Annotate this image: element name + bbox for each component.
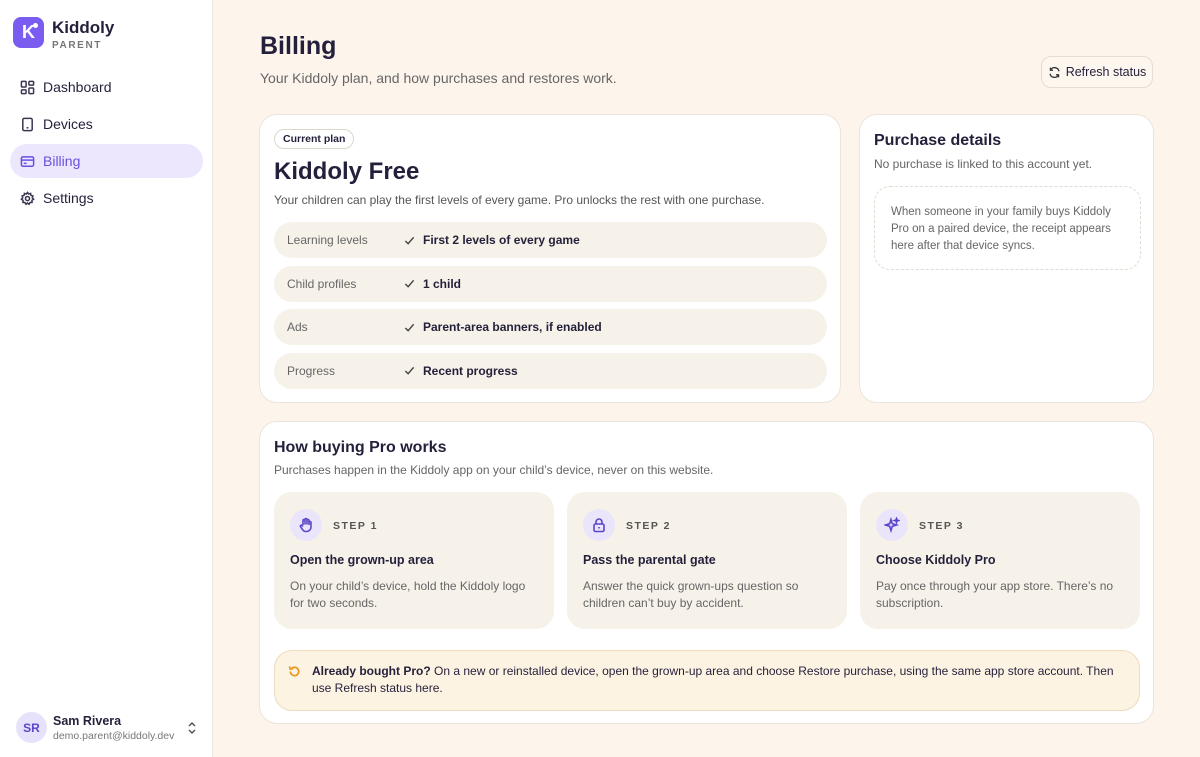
brand-logo: K [13, 17, 44, 48]
brand-name: Kiddoly [52, 18, 115, 37]
device-icon [22, 117, 33, 131]
purchase-details-subtitle: No purchase is linked to this account ye… [874, 157, 1093, 171]
steps: STEP 1 Open the grown-up area On your ch… [274, 492, 1153, 629]
purchase-details-card: Purchase details No purchase is linked t… [859, 114, 1154, 403]
how-subtitle: Purchases happen in the Kiddoly app on y… [274, 463, 714, 477]
step-number: STEP 1 [333, 520, 378, 532]
chevron-up-down-icon[interactable] [186, 721, 198, 735]
gear-icon [20, 190, 35, 205]
sidebar-item-billing[interactable]: Billing [10, 144, 203, 178]
page-title: Billing [260, 32, 337, 60]
logo-dot-icon [33, 23, 38, 28]
current-plan-chip: Current plan [274, 129, 355, 149]
notice-text: On a new or reinstalled device, open the… [312, 664, 1114, 695]
purchase-details-title: Purchase details [874, 132, 1002, 149]
restore-icon [288, 666, 300, 677]
step-title: Choose Kiddoly Pro [876, 553, 996, 567]
step-number: STEP 3 [919, 520, 964, 532]
hand-icon [299, 517, 312, 533]
user-menu[interactable]: SR Sam Rivera demo.parent@kiddoly.dev [16, 712, 198, 743]
purchase-empty-state: When someone in your family buys Kiddoly… [874, 186, 1141, 270]
credit-card-icon [20, 155, 35, 167]
feature-row: Child profiles 1 child [274, 265, 827, 302]
feature-row: Ads Parent-area banners, if enabled [274, 309, 827, 345]
feature-row: Progress Recent progress [274, 352, 827, 389]
avatar: SR [16, 712, 47, 743]
check-icon [404, 323, 415, 332]
sparkles-icon [884, 517, 900, 533]
page-subtitle: Your Kiddoly plan, and how purchases and… [260, 70, 617, 86]
feature-label: Learning levels [287, 233, 368, 247]
sidebar-item-label: Dashboard [43, 79, 112, 95]
brand-subtitle: PARENT [52, 40, 102, 51]
dashboard-icon [20, 80, 35, 94]
user-email: demo.parent@kiddoly.dev [53, 729, 175, 742]
current-plan-card: Current plan Kiddoly Free Your children … [259, 114, 841, 403]
plan-name: Kiddoly Free [274, 158, 420, 185]
lock-icon [593, 518, 605, 533]
feature-value: 1 child [423, 276, 462, 291]
step-card: STEP 3 Choose Kiddoly Pro Pay once throu… [860, 492, 1140, 629]
plan-description: Your children can play the first levels … [274, 193, 765, 207]
sidebar: K Kiddoly PARENT Dashboard Devices Billi… [0, 0, 213, 757]
check-icon [404, 279, 415, 288]
how-buying-pro-card: How buying Pro works Purchases happen in… [259, 421, 1154, 724]
check-icon [404, 236, 415, 245]
sidebar-nav: Dashboard Devices Billing Settings [10, 70, 203, 218]
step-card: STEP 2 Pass the parental gate Answer the… [567, 492, 847, 629]
notice-bold: Already bought Pro? [312, 664, 431, 678]
user-name: Sam Rivera [53, 713, 122, 728]
refresh-icon [1049, 66, 1060, 78]
step-number: STEP 2 [626, 520, 671, 532]
feature-label: Child profiles [287, 276, 357, 291]
feature-value: Recent progress [423, 363, 518, 378]
sidebar-item-label: Devices [43, 116, 93, 132]
step-title: Open the grown-up area [290, 553, 434, 567]
feature-label: Progress [287, 363, 336, 378]
sidebar-item-settings[interactable]: Settings [10, 181, 203, 215]
feature-list: Learning levels First 2 levels of every … [274, 222, 827, 396]
step-description: Pay once through your app store. There’s… [876, 579, 1114, 610]
sidebar-item-devices[interactable]: Devices [10, 107, 203, 141]
sidebar-item-label: Settings [43, 190, 94, 206]
refresh-status-label: Refresh status [1065, 65, 1147, 79]
step-title: Pass the parental gate [583, 553, 716, 567]
feature-value: First 2 levels of every game [423, 233, 580, 247]
how-title: How buying Pro works [274, 439, 447, 456]
sidebar-item-label: Billing [43, 153, 81, 169]
check-icon [404, 366, 415, 375]
sidebar-item-dashboard[interactable]: Dashboard [10, 70, 203, 104]
feature-label: Ads [287, 320, 308, 334]
step-description: On your child’s device, hold the Kiddoly… [290, 579, 526, 610]
step-description: Answer the quick grown-ups question so c… [583, 579, 799, 610]
restore-notice: Already bought Pro? On a new or reinstal… [274, 650, 1140, 711]
step-card: STEP 1 Open the grown-up area On your ch… [274, 492, 554, 629]
feature-value: Parent-area banners, if enabled [423, 320, 602, 334]
refresh-status-button[interactable]: Refresh status [1041, 56, 1153, 88]
feature-row: Learning levels First 2 levels of every … [274, 222, 827, 258]
brand[interactable]: K Kiddoly PARENT [13, 17, 114, 51]
